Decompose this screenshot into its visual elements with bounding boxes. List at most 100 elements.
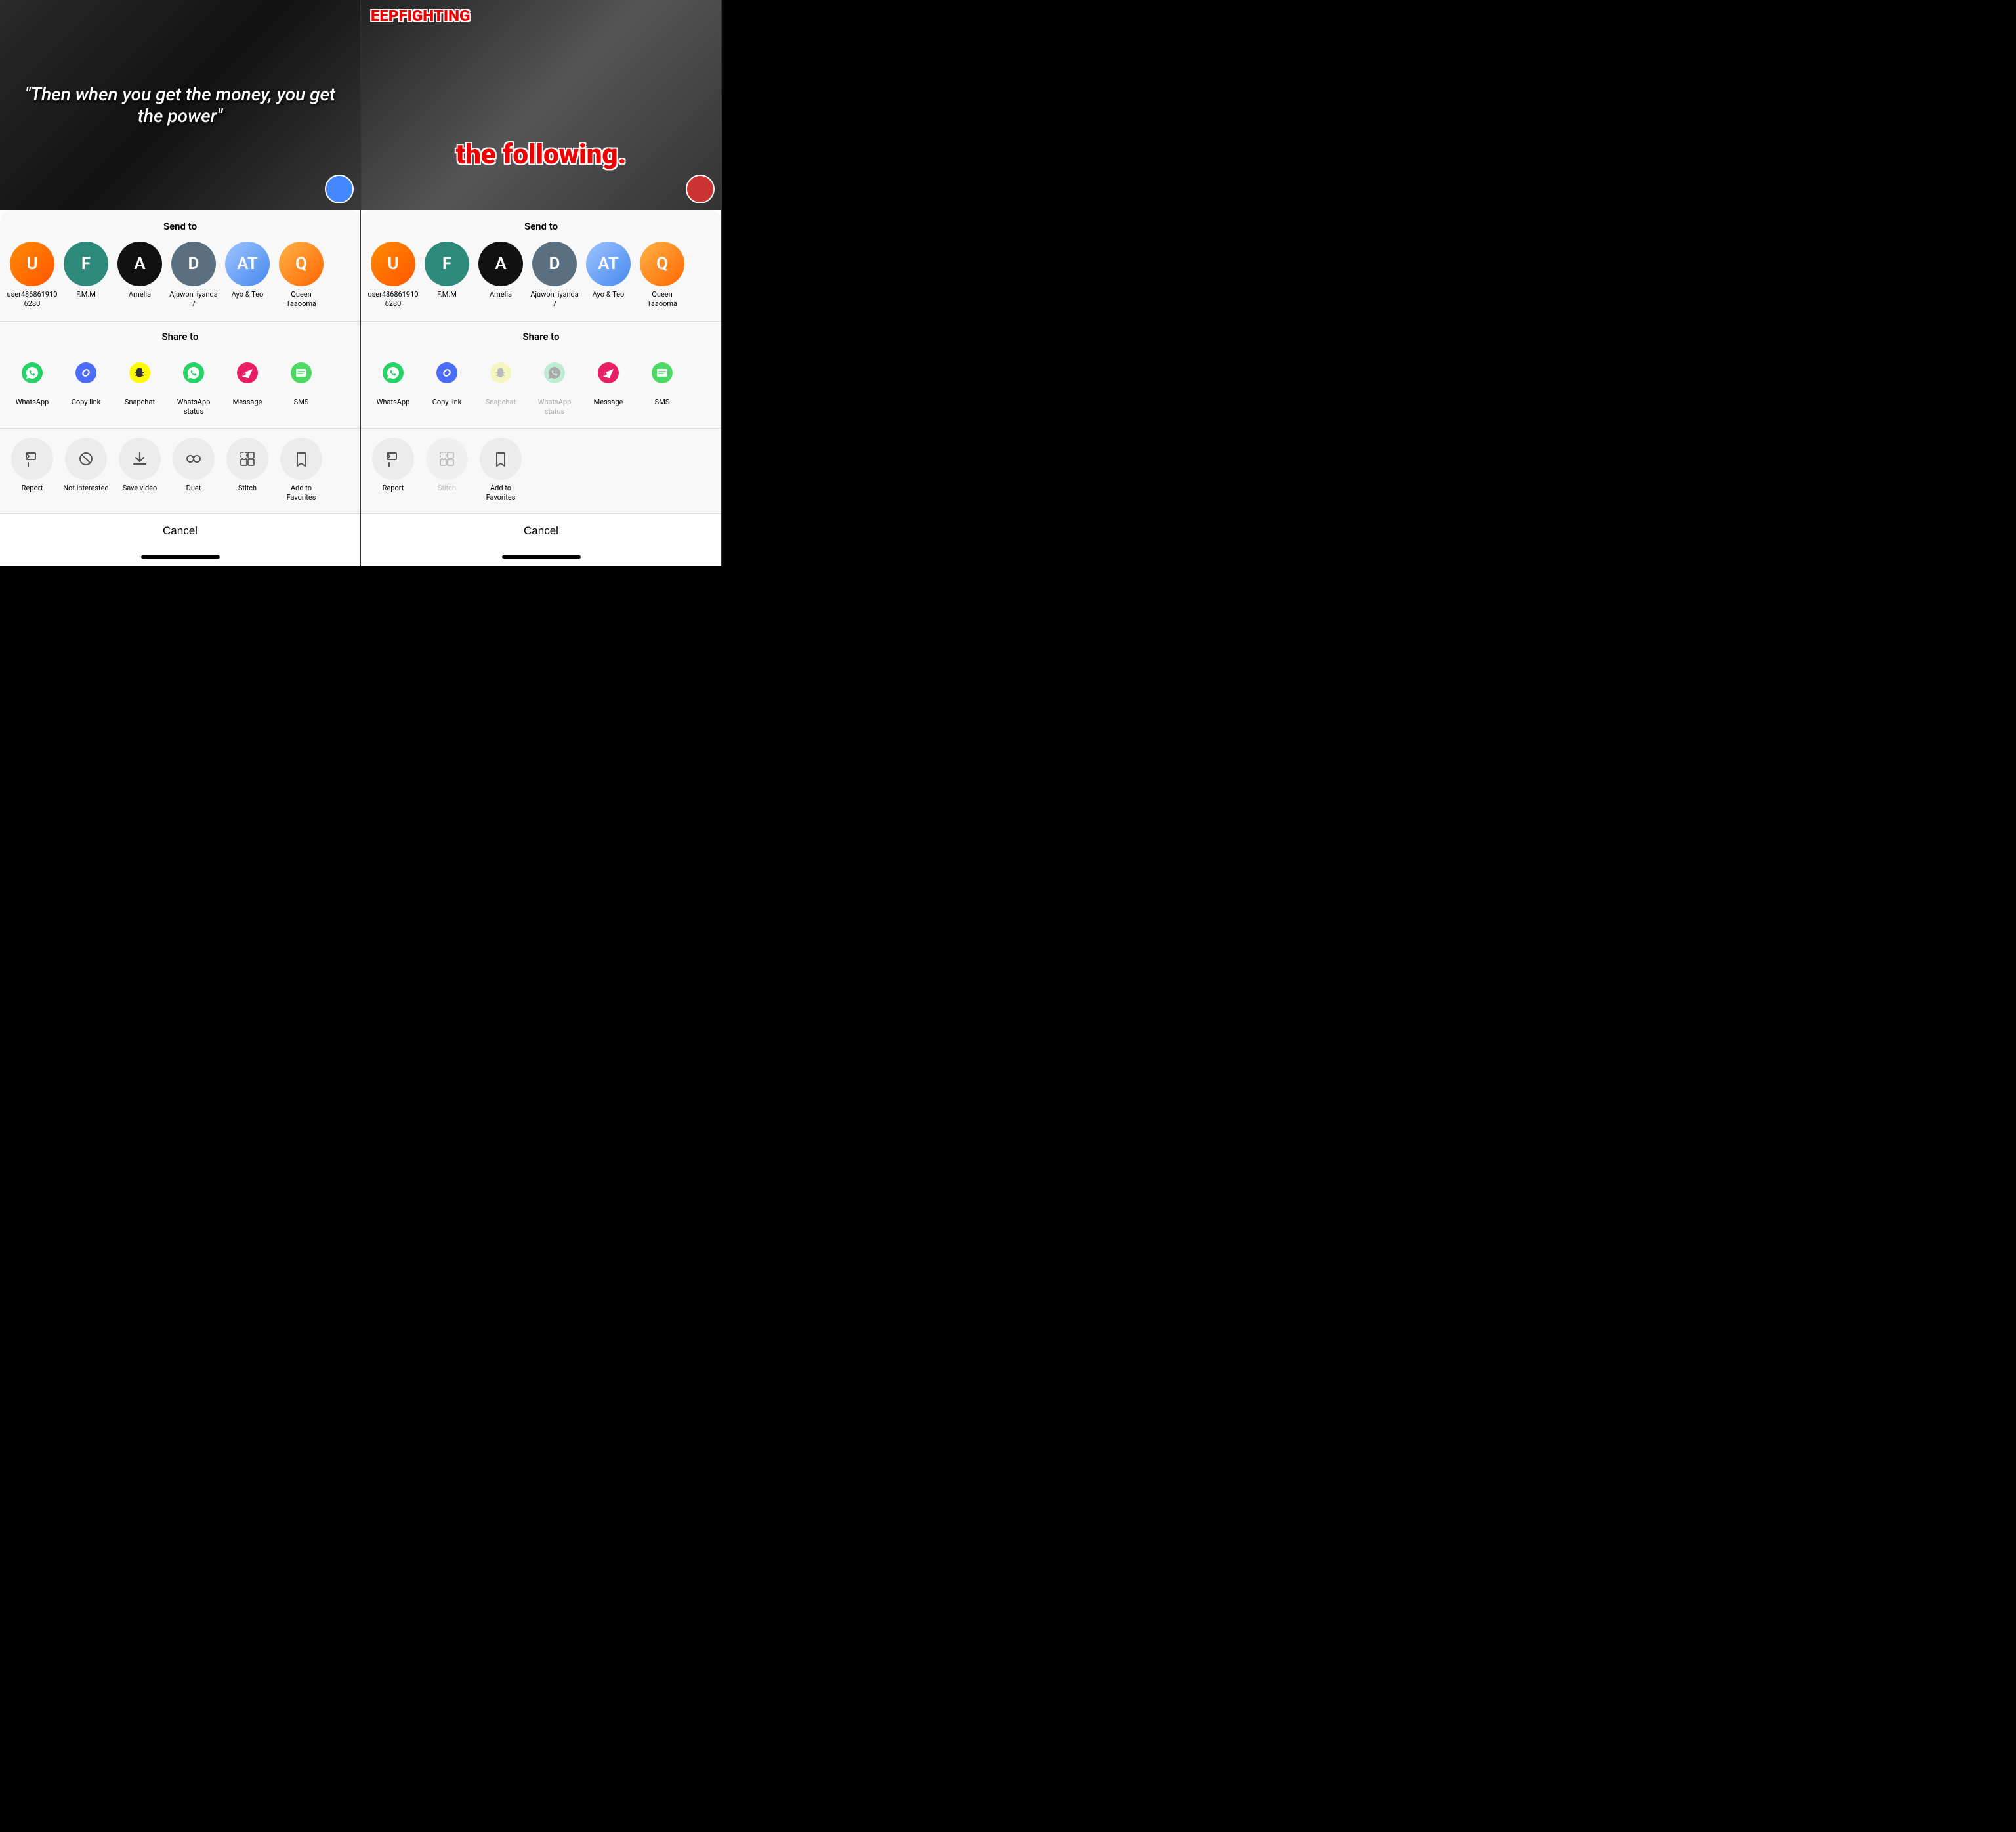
contact-avatar: AT	[225, 242, 270, 286]
action-item-add-to-favorites[interactable]: Add to Favorites	[274, 438, 328, 503]
contact-name: Ajuwon_iyanda7	[168, 290, 219, 309]
action-label: Report	[22, 484, 43, 493]
contact-item[interactable]: U user4868619106280	[366, 242, 420, 309]
avatar-corner	[325, 175, 354, 203]
share-item-snapchat: Snapchat	[474, 352, 528, 417]
share-item-sms[interactable]: SMS	[635, 352, 689, 417]
cancel-button[interactable]: Cancel	[0, 513, 360, 548]
action-icon	[65, 438, 107, 480]
action-label: Add to Favorites	[475, 484, 526, 503]
contact-item[interactable]: D Ajuwon_iyanda7	[167, 242, 220, 309]
contact-item[interactable]: AT Ayo & Teo	[581, 242, 635, 309]
action-label: Duet	[186, 484, 201, 493]
share-label: Message	[594, 398, 623, 407]
share-item-whatsapp[interactable]: WhatsApp	[5, 352, 59, 417]
bottom-sheet: Send to U user4868619106280 F F.M.M A Am…	[361, 210, 721, 548]
send-to-title: Send to	[0, 221, 360, 232]
share-label: WhatsApp status	[168, 398, 219, 417]
share-label: SMS	[655, 398, 670, 407]
contact-avatar: F	[425, 242, 469, 286]
action-icon	[372, 438, 414, 480]
contact-item[interactable]: A Amelia	[113, 242, 167, 309]
home-indicator	[0, 548, 360, 566]
share-item-whatsapp[interactable]: WhatsApp	[366, 352, 420, 417]
contact-item[interactable]: F F.M.M	[420, 242, 474, 309]
contact-item[interactable]: U user4868619106280	[5, 242, 59, 309]
share-icon	[226, 352, 268, 394]
action-label: Add to Favorites	[276, 484, 327, 503]
contact-avatar: Q	[640, 242, 684, 286]
contact-name: F.M.M	[76, 290, 96, 299]
panel-left: "Then when you get the money, you get th…	[0, 0, 361, 566]
video-background: EEPFIGHTING the following.	[361, 0, 721, 210]
action-icon	[280, 438, 322, 480]
action-item-not-interested[interactable]: Not interested	[59, 438, 113, 503]
action-item-report[interactable]: Report	[5, 438, 59, 503]
share-icon	[372, 352, 414, 394]
share-item-whatsapp-status: WhatsApp status	[528, 352, 581, 417]
share-row: WhatsApp Copy link Snapchat WhatsApp sta…	[0, 352, 360, 417]
contact-item[interactable]: Q Queen Taaoomä	[274, 242, 328, 309]
share-item-copy-link[interactable]: Copy link	[420, 352, 474, 417]
video-background: "Then when you get the money, you get th…	[0, 0, 360, 210]
video-area: "Then when you get the money, you get th…	[0, 0, 360, 210]
share-to-title: Share to	[0, 331, 360, 343]
contact-avatar: U	[371, 242, 415, 286]
share-icon	[173, 352, 215, 394]
action-label: Report	[383, 484, 404, 493]
share-item-message[interactable]: Message	[220, 352, 274, 417]
contact-item[interactable]: A Amelia	[474, 242, 528, 309]
share-item-message[interactable]: Message	[581, 352, 635, 417]
cancel-button[interactable]: Cancel	[361, 513, 721, 548]
contact-item[interactable]: F F.M.M	[59, 242, 113, 309]
contact-name: Ajuwon_iyanda7	[529, 290, 580, 309]
share-icon	[119, 352, 161, 394]
action-item-add-to-favorites[interactable]: Add to Favorites	[474, 438, 528, 503]
contact-name: F.M.M	[437, 290, 457, 299]
contact-item[interactable]: D Ajuwon_iyanda7	[528, 242, 581, 309]
panel-right: EEPFIGHTING the following. Send to U use…	[361, 0, 722, 566]
video-quote: "Then when you get the money, you get th…	[0, 70, 360, 140]
action-item-stitch: Stitch	[420, 438, 474, 503]
action-icon	[426, 438, 468, 480]
action-label: Stitch	[238, 484, 257, 493]
contact-avatar: D	[171, 242, 216, 286]
contacts-row: U user4868619106280 F F.M.M A Amelia D A…	[361, 242, 721, 309]
share-icon	[534, 352, 576, 394]
home-bar	[141, 555, 220, 559]
contact-avatar: F	[64, 242, 108, 286]
share-label: Snapchat	[486, 398, 516, 407]
action-icon	[119, 438, 161, 480]
share-label: Copy link	[72, 398, 100, 407]
share-item-snapchat[interactable]: Snapchat	[113, 352, 167, 417]
contact-item[interactable]: AT Ayo & Teo	[220, 242, 274, 309]
contacts-row: U user4868619106280 F F.M.M A Amelia D A…	[0, 242, 360, 309]
share-icon	[480, 352, 522, 394]
action-item-stitch[interactable]: Stitch	[220, 438, 274, 503]
contact-name: Queen Taaoomä	[276, 290, 327, 309]
contact-name: Ayo & Teo	[593, 290, 625, 299]
share-item-copy-link[interactable]: Copy link	[59, 352, 113, 417]
share-icon	[641, 352, 683, 394]
share-item-whatsapp-status[interactable]: WhatsApp status	[167, 352, 220, 417]
share-to-title: Share to	[361, 331, 721, 343]
share-label: Snapchat	[125, 398, 155, 407]
action-item-report[interactable]: Report	[366, 438, 420, 503]
action-icon	[226, 438, 268, 480]
send-to-title: Send to	[361, 221, 721, 232]
share-icon	[587, 352, 629, 394]
home-indicator	[361, 548, 721, 566]
contact-name: user4868619106280	[368, 290, 419, 309]
action-icon	[11, 438, 53, 480]
contact-avatar: D	[532, 242, 577, 286]
share-label: WhatsApp	[16, 398, 49, 407]
contact-name: Amelia	[129, 290, 151, 299]
share-label: WhatsApp	[377, 398, 410, 407]
contact-item[interactable]: Q Queen Taaoomä	[635, 242, 689, 309]
home-bar	[502, 555, 581, 559]
action-item-duet[interactable]: Duet	[167, 438, 220, 503]
contact-avatar: U	[10, 242, 54, 286]
share-icon	[280, 352, 322, 394]
action-item-save-video[interactable]: Save video	[113, 438, 167, 503]
share-item-sms[interactable]: SMS	[274, 352, 328, 417]
